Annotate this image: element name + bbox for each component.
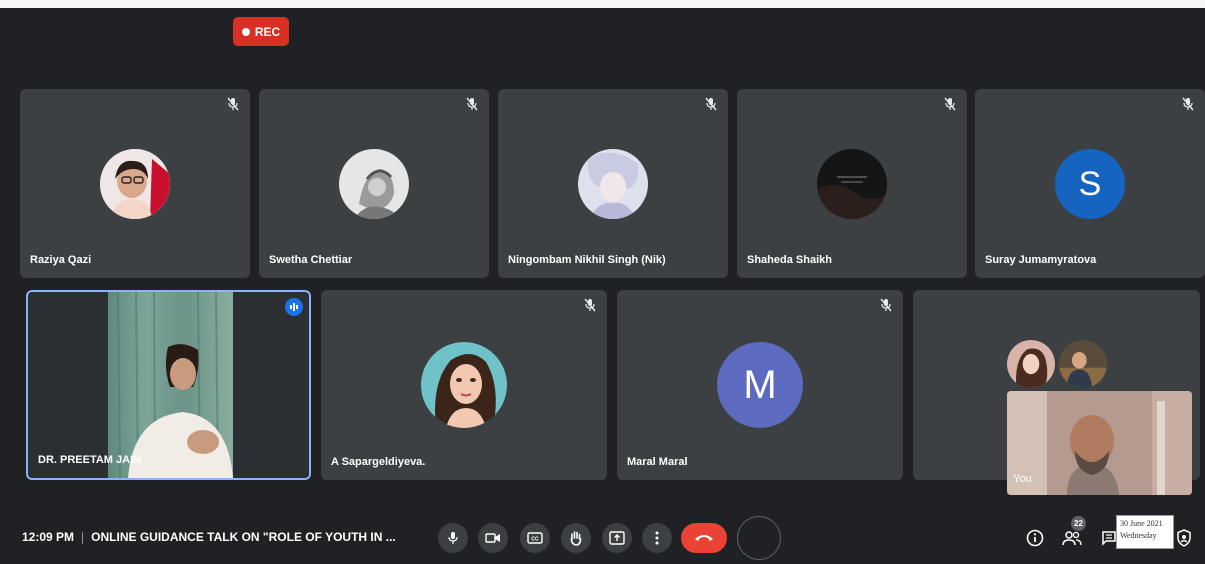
rec-label: REC bbox=[254, 24, 281, 39]
date-tooltip: 30 June 2021 Wednesday bbox=[1116, 515, 1174, 549]
participant-tile-raziya-qazi[interactable]: Raziya Qazi bbox=[20, 89, 250, 278]
camera-button[interactable] bbox=[478, 523, 508, 553]
bottom-control-bar: 12:09 PM | ONLINE GUIDANCE TALK ON "ROLE O… bbox=[0, 510, 1205, 564]
host-controls-button[interactable] bbox=[1173, 527, 1195, 549]
meeting-info: 12:09 PM | ONLINE GUIDANCE TALK ON "ROLE O… bbox=[22, 530, 396, 544]
more-options-button[interactable] bbox=[642, 523, 672, 553]
captions-icon: CC bbox=[527, 532, 543, 544]
avatar bbox=[578, 149, 648, 219]
avatar bbox=[339, 149, 409, 219]
more-options-icon bbox=[655, 531, 659, 545]
avatar bbox=[100, 149, 170, 219]
participant-tile-dr-preetam-jain[interactable]: DR. PREETAM JAIN bbox=[26, 290, 311, 480]
participant-name: Raziya Qazi bbox=[30, 254, 92, 266]
people-icon bbox=[1062, 531, 1082, 546]
video-feed bbox=[108, 292, 233, 478]
present-screen-button[interactable] bbox=[602, 523, 632, 553]
microphone-button[interactable] bbox=[438, 523, 468, 553]
participant-name: Suray Jumamyratova bbox=[985, 254, 1097, 266]
avatar: M bbox=[717, 342, 803, 428]
avatar bbox=[817, 149, 887, 219]
avatar bbox=[1057, 338, 1109, 390]
mic-off-icon bbox=[944, 97, 956, 111]
mic-off-icon bbox=[584, 298, 596, 312]
tooltip-date: 30 June 2021 bbox=[1120, 519, 1163, 528]
self-view-label: You bbox=[1013, 473, 1032, 485]
participant-tile-suray-jumamyratova[interactable]: S Suray Jumamyratova bbox=[975, 89, 1205, 278]
mic-off-icon bbox=[880, 298, 892, 312]
participant-tile-a-sapargeldiyeva[interactable]: A Sapargeldiyeva. bbox=[321, 290, 607, 480]
chat-icon bbox=[1102, 531, 1116, 546]
top-caption-strip bbox=[0, 0, 1205, 8]
avatar bbox=[1005, 338, 1057, 390]
participant-tile-ningombam-nikhil-singh[interactable]: Ningombam Nikhil Singh (Nik) bbox=[498, 89, 728, 278]
self-view-tile[interactable]: You bbox=[1007, 391, 1192, 495]
meeting-details-button[interactable] bbox=[1024, 527, 1046, 549]
mic-off-icon bbox=[1182, 97, 1194, 111]
svg-text:CC: CC bbox=[531, 537, 539, 543]
captions-button[interactable]: CC bbox=[520, 523, 550, 553]
participant-name: DR. PREETAM JAIN bbox=[38, 454, 142, 466]
participant-name: Ningombam Nikhil Singh (Nik) bbox=[508, 254, 666, 266]
speaking-indicator-icon bbox=[285, 298, 303, 316]
recording-indicator: REC bbox=[233, 17, 289, 46]
mic-off-icon bbox=[705, 97, 717, 111]
raise-hand-icon bbox=[570, 531, 582, 546]
end-call-icon bbox=[695, 535, 713, 541]
participant-name: Swetha Chettiar bbox=[269, 254, 353, 266]
leave-call-button[interactable] bbox=[681, 523, 727, 553]
self-video-feed bbox=[1007, 391, 1192, 495]
tooltip-day: Wednesday bbox=[1120, 531, 1157, 540]
participant-tile-shaheda-shaikh[interactable]: Shaheda Shaikh bbox=[737, 89, 967, 278]
raise-hand-button[interactable] bbox=[561, 523, 591, 553]
avatar bbox=[421, 342, 507, 428]
participant-name: Shaheda Shaikh bbox=[747, 254, 832, 266]
participant-count-badge: 22 bbox=[1071, 516, 1086, 531]
cursor-overlay bbox=[737, 516, 781, 560]
camera-icon bbox=[485, 533, 500, 543]
participant-name: A Sapargeldiyeva. bbox=[331, 456, 426, 468]
participant-tile-maral-maral[interactable]: M Maral Maral bbox=[617, 290, 903, 480]
participant-tile-swetha-chettiar[interactable]: Swetha Chettiar bbox=[259, 89, 489, 278]
mic-icon bbox=[448, 532, 458, 544]
mic-off-icon bbox=[466, 97, 478, 111]
record-dot-icon bbox=[241, 27, 250, 36]
mic-off-icon bbox=[227, 97, 239, 111]
avatar: S bbox=[1055, 149, 1125, 219]
meeting-title: ONLINE GUIDANCE TALK ON "ROLE OF YOUTH I… bbox=[91, 530, 396, 544]
meeting-time: 12:09 PM bbox=[22, 530, 75, 544]
present-icon bbox=[609, 531, 625, 545]
participant-name: Maral Maral bbox=[627, 456, 688, 468]
host-controls-icon bbox=[1177, 529, 1191, 547]
info-icon bbox=[1026, 529, 1044, 547]
